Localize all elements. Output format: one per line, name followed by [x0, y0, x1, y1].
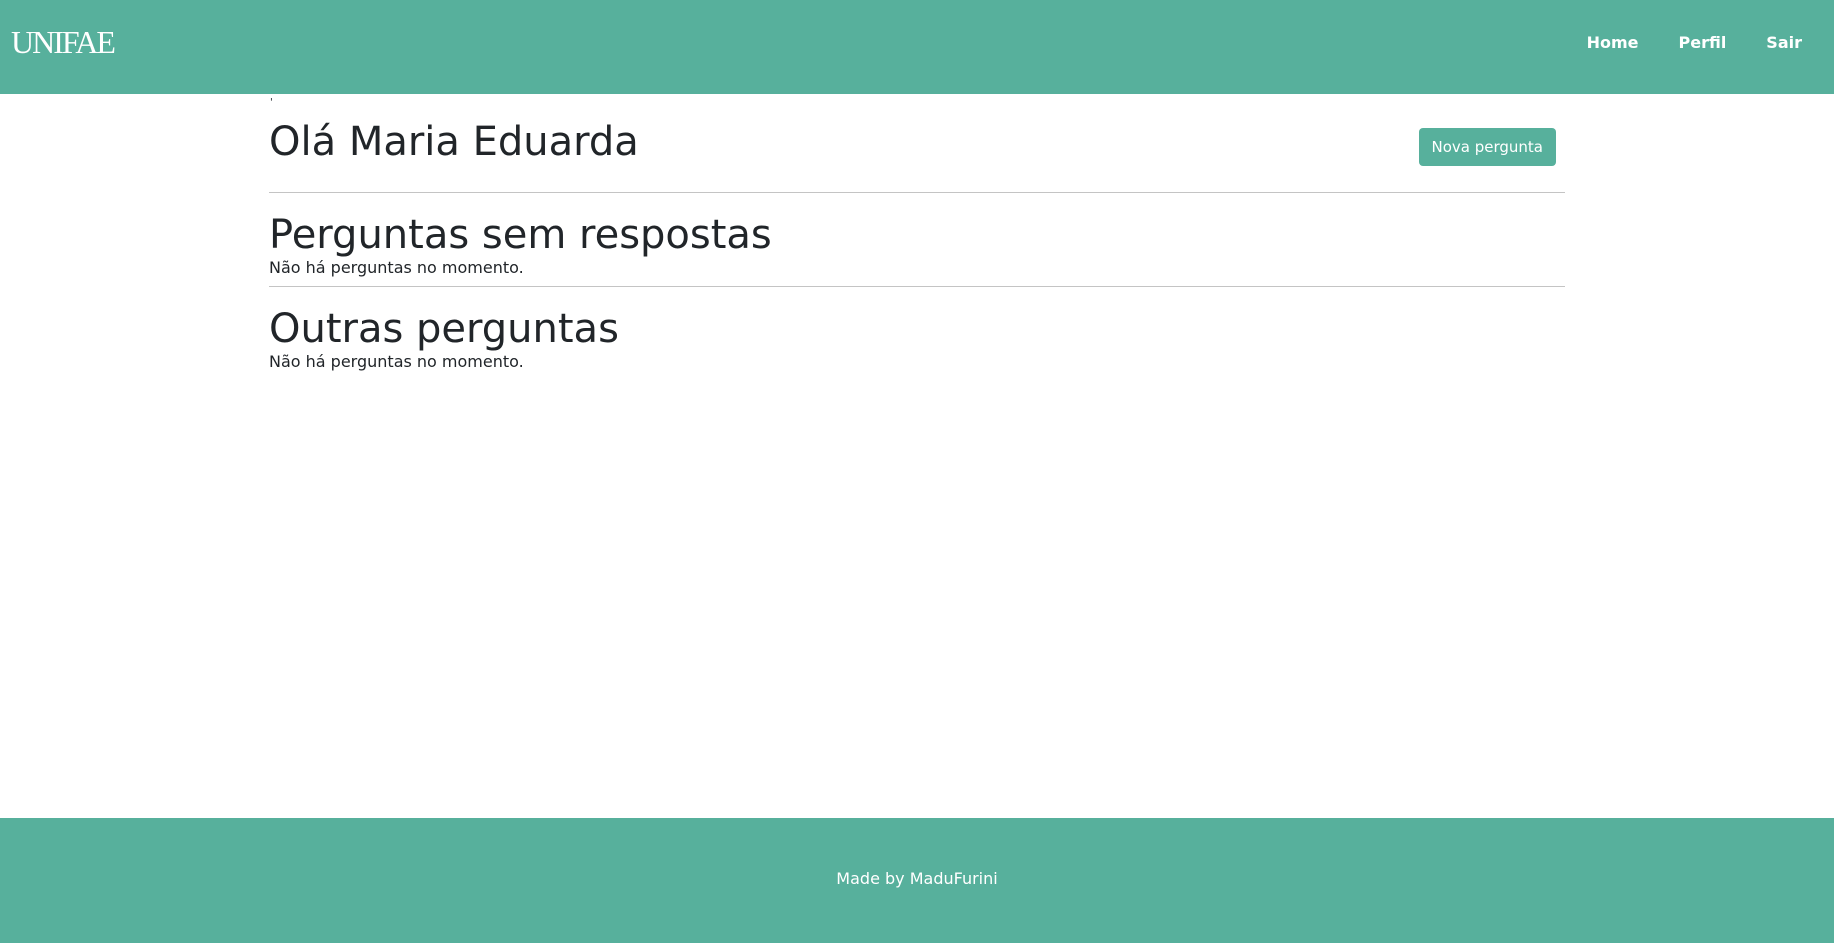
footer: Made by MaduFurini	[0, 818, 1834, 943]
new-question-button[interactable]: Nova pergunta	[1418, 128, 1556, 166]
other-questions-section: Outras perguntas Não há perguntas no mom…	[269, 287, 1565, 373]
main-nav: Home Perfil Sair	[1587, 0, 1834, 84]
nav-link-perfil[interactable]: Perfil	[1678, 33, 1726, 52]
empty-message: Não há perguntas no momento.	[269, 352, 524, 371]
nav-link-sair[interactable]: Sair	[1766, 33, 1802, 52]
page-title: Olá Maria Eduarda	[269, 119, 639, 165]
section-title: Perguntas sem respostas	[269, 212, 772, 258]
page: UNIFAE Home Perfil Sair ' Olá Maria Edua…	[0, 0, 1834, 943]
greeting-row: Olá Maria Eduarda Nova pergunta	[269, 94, 1565, 192]
section-title: Outras perguntas	[269, 306, 619, 352]
unanswered-questions-section: Perguntas sem respostas Não há perguntas…	[269, 193, 1565, 286]
top-navbar: UNIFAE Home Perfil Sair	[0, 0, 1834, 94]
empty-message: Não há perguntas no momento.	[269, 258, 524, 277]
unifae-logo[interactable]: UNIFAE	[11, 24, 116, 60]
footer-credit: Made by MaduFurini	[836, 869, 998, 888]
nav-link-home[interactable]: Home	[1587, 33, 1639, 52]
main-content: ' Olá Maria Eduarda Nova pergunta Pergun…	[269, 94, 1565, 373]
